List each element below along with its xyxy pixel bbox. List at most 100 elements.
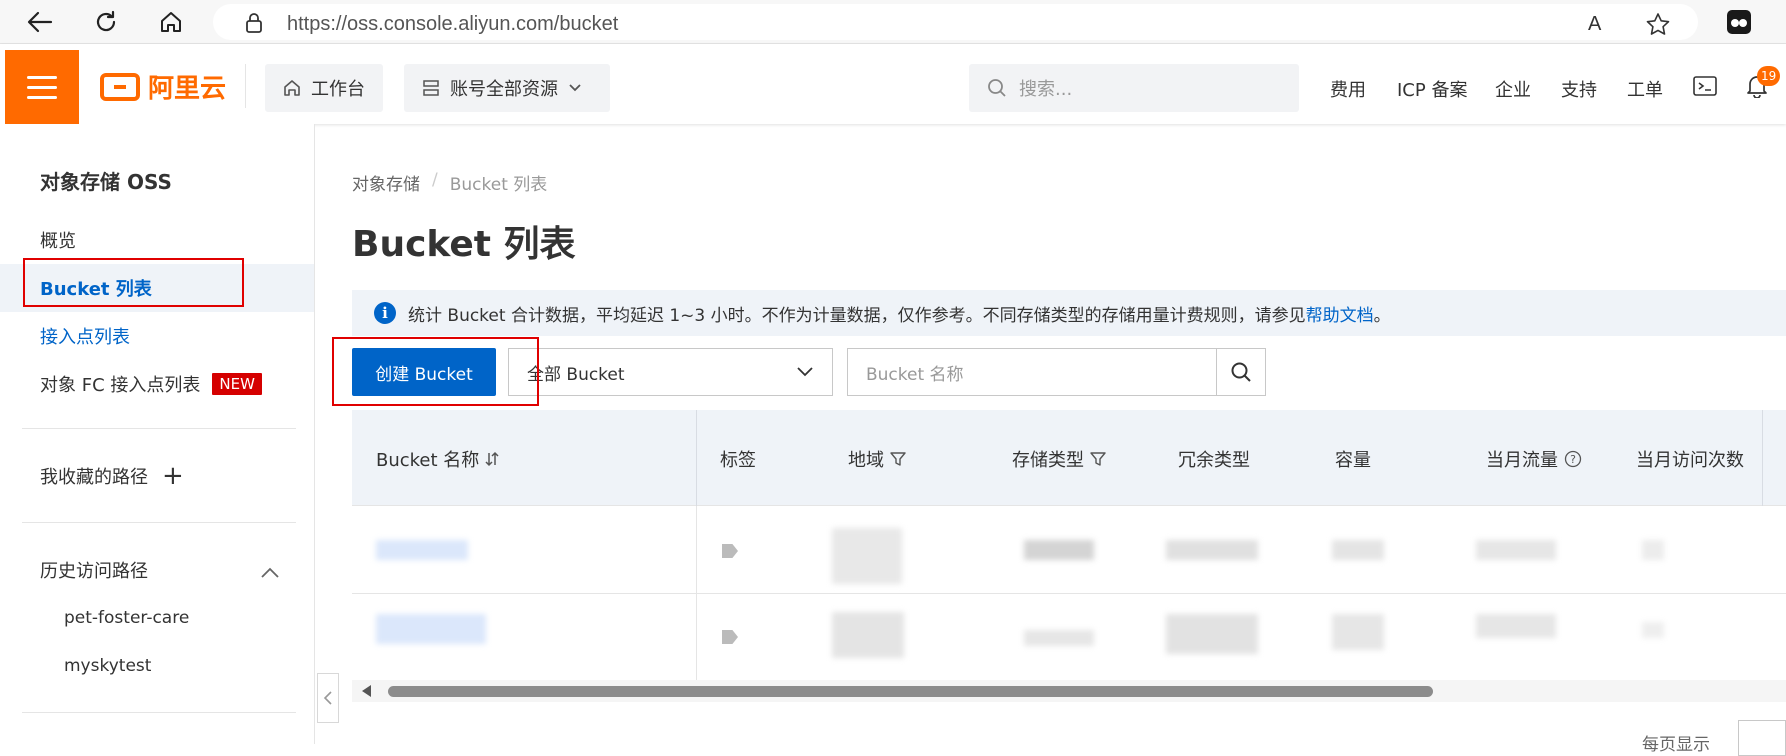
redacted-bucket-name[interactable] — [376, 614, 486, 644]
search-icon — [988, 79, 1006, 97]
divider — [245, 64, 246, 108]
chevron-down-icon — [797, 367, 813, 377]
table-header: Bucket 名称 标签 地域 存储类型 冗余类型 容量 当月流量 ? 当月访问… — [352, 410, 1786, 506]
read-aloud-icon[interactable]: A — [1588, 13, 1601, 36]
url-text[interactable]: https://oss.console.aliyun.com/bucket — [287, 13, 618, 36]
bucket-filter-value: 全部 Bucket — [527, 364, 625, 385]
global-search-input[interactable]: 搜索... — [969, 64, 1299, 112]
favorites-section[interactable]: 我收藏的路径 + — [0, 452, 314, 500]
nav-link-support[interactable]: 支持 — [1561, 76, 1597, 102]
redacted-redundancy — [1166, 540, 1258, 560]
aliyun-logo[interactable]: 阿里云 — [100, 68, 226, 105]
breadcrumb: 对象存储 / Bucket 列表 — [352, 170, 547, 195]
sidebar-title: 对象存储 OSS — [40, 170, 172, 194]
table-row[interactable] — [352, 506, 1786, 594]
sidebar-item-fc-access-points[interactable]: 对象 FC 接入点列表 NEW — [0, 360, 314, 408]
redacted-redundancy — [1166, 614, 1258, 654]
column-header-region[interactable]: 地域 — [848, 446, 906, 472]
logo-text: 阿里云 — [148, 74, 227, 104]
bucket-filter-select[interactable]: 全部 Bucket — [508, 348, 833, 396]
chevron-down-icon — [569, 84, 581, 92]
sidebar-collapse-button[interactable] — [317, 673, 339, 723]
nav-link-enterprise[interactable]: 企业 — [1495, 76, 1531, 102]
extension-icon[interactable] — [1723, 6, 1755, 38]
nav-link-ticket[interactable]: 工单 — [1627, 76, 1663, 102]
column-header-monthly-requests: 当月访问次数 — [1636, 450, 1744, 471]
column-header-redundancy: 冗余类型 — [1178, 450, 1250, 471]
column-header-monthly-traffic: 当月流量 ? — [1486, 446, 1582, 472]
notice-text: 统计 Bucket 合计数据，平均延迟 1~3 小时。不作为计量数据，仅作参考。… — [408, 305, 1391, 326]
chevron-left-icon — [323, 691, 332, 705]
favorites-label: 我收藏的路径 — [40, 467, 148, 488]
sidebar-item-label: 接入点列表 — [40, 327, 130, 348]
home-icon — [284, 80, 300, 96]
column-separator — [696, 410, 697, 506]
breadcrumb-item[interactable]: 对象存储 — [352, 170, 420, 195]
sidebar: 对象存储 OSS 概览 Bucket 列表 接入点列表 对象 FC 接入点列表 … — [0, 124, 315, 744]
table-horizontal-scrollbar[interactable] — [352, 680, 1786, 702]
highlight-box — [23, 258, 244, 307]
lock-icon[interactable] — [245, 13, 263, 37]
svg-text:?: ? — [1570, 453, 1576, 466]
sidebar-item-access-points[interactable]: 接入点列表 — [0, 312, 314, 360]
redacted-capacity — [1332, 614, 1384, 650]
notification-badge: 19 — [1757, 66, 1781, 86]
column-header-tags: 标签 — [720, 450, 756, 471]
divider — [22, 428, 296, 429]
tag-icon[interactable] — [722, 544, 738, 558]
column-header-bucket-name[interactable]: Bucket 名称 — [376, 446, 499, 472]
redacted-bucket-name[interactable] — [376, 540, 468, 560]
table-row[interactable] — [352, 594, 1786, 682]
filter-icon[interactable] — [1090, 451, 1106, 467]
redacted-traffic — [1476, 540, 1556, 560]
nav-link-fees[interactable]: 费用 — [1330, 76, 1366, 102]
back-icon[interactable] — [24, 6, 56, 38]
resources-label: 账号全部资源 — [450, 79, 558, 100]
sidebar-item-label: 对象 FC 接入点列表 — [40, 375, 201, 396]
redacted-storage-class — [1024, 630, 1094, 646]
resources-dropdown[interactable]: 账号全部资源 — [404, 64, 610, 112]
divider — [22, 712, 296, 713]
aliyun-logo-mark — [100, 72, 140, 101]
divider — [22, 522, 296, 523]
workbench-button[interactable]: 工作台 — [265, 64, 383, 112]
sort-icon[interactable] — [485, 451, 499, 467]
favorite-star-icon[interactable] — [1646, 13, 1670, 39]
bucket-name-placeholder: Bucket 名称 — [866, 364, 964, 385]
redacted-storage-class — [1024, 540, 1094, 560]
scrollbar-thumb[interactable] — [388, 686, 1433, 697]
info-notice: i 统计 Bucket 合计数据，平均延迟 1~3 小时。不作为计量数据，仅作参… — [352, 290, 1786, 336]
menu-icon[interactable] — [5, 50, 79, 124]
reload-icon[interactable] — [90, 6, 122, 38]
column-separator — [696, 506, 697, 594]
chevron-up-icon[interactable] — [260, 564, 280, 583]
tag-icon[interactable] — [722, 630, 738, 644]
address-bar[interactable]: https://oss.console.aliyun.com/bucket A — [213, 4, 1698, 40]
sidebar-item-label: 概览 — [40, 231, 76, 252]
add-favorite-icon[interactable]: + — [162, 463, 184, 489]
scroll-left-icon[interactable] — [362, 685, 371, 697]
sidebar-item-overview[interactable]: 概览 — [0, 216, 314, 264]
bucket-search-button[interactable] — [1216, 348, 1266, 396]
terminal-icon[interactable] — [1693, 76, 1717, 100]
nav-link-icp[interactable]: ICP 备案 — [1397, 76, 1467, 102]
column-header-storage-class[interactable]: 存储类型 — [1012, 446, 1106, 472]
browser-toolbar: https://oss.console.aliyun.com/bucket A — [0, 0, 1786, 44]
column-separator — [696, 594, 697, 682]
highlight-box — [332, 337, 539, 406]
redacted-region — [832, 612, 904, 658]
new-badge: NEW — [212, 373, 262, 395]
help-doc-link[interactable]: 帮助文档 — [1306, 306, 1374, 326]
page-size-select[interactable] — [1738, 720, 1786, 756]
search-placeholder: 搜索... — [1019, 79, 1073, 100]
page-title: Bucket 列表 — [352, 224, 576, 265]
home-icon[interactable] — [155, 6, 187, 38]
filter-icon[interactable] — [890, 451, 906, 467]
history-item[interactable]: pet-foster-care — [64, 608, 189, 628]
page-size-label: 每页显示 — [1642, 735, 1710, 755]
column-header-capacity: 容量 — [1335, 450, 1371, 471]
help-icon[interactable]: ? — [1564, 450, 1582, 468]
history-item[interactable]: myskytest — [64, 656, 151, 676]
breadcrumb-separator: / — [432, 170, 438, 190]
bucket-name-input[interactable]: Bucket 名称 — [847, 348, 1217, 396]
